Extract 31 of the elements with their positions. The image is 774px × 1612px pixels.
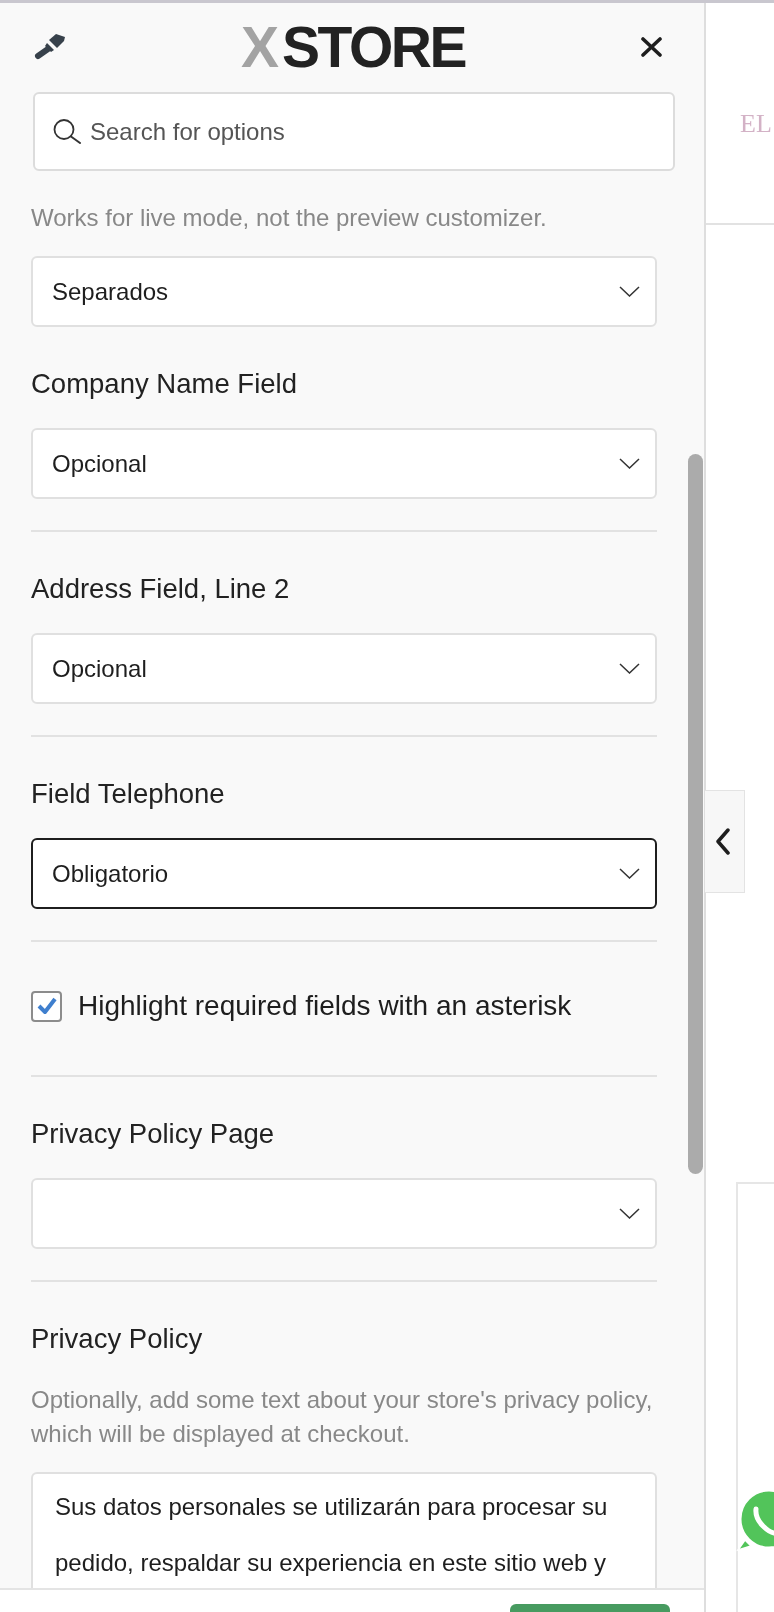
select-field[interactable]: Opcional [31, 633, 657, 704]
site-title: EL [740, 109, 772, 139]
select-field[interactable]: Obligatorio [31, 838, 657, 909]
checkmark-icon [36, 997, 57, 1015]
option-description: Optionally, add some text about your store's privacy policy, which will be displayed at checkout. [31, 1385, 654, 1449]
chevron-left-icon [715, 828, 731, 855]
option-label: Privacy Policy [31, 1322, 204, 1356]
chevron-down-icon [619, 1208, 640, 1219]
logo: XSTORE [241, 18, 465, 75]
chevron-down-icon [619, 663, 640, 674]
collapse-button[interactable] [705, 790, 745, 893]
chevron-down-icon [619, 458, 640, 469]
chevron-down-icon [619, 286, 640, 297]
search-icon [53, 119, 82, 144]
search-field[interactable]: Search for options [33, 92, 675, 171]
brush-icon[interactable] [34, 33, 65, 60]
option-label: Privacy Policy Page [31, 1117, 275, 1151]
select-field[interactable] [31, 1178, 657, 1249]
close-icon[interactable] [641, 36, 662, 57]
text-area[interactable]: Sus datos personales se utilizarán para procesar su pedido, respaldar su experiencia en este sitio web y [31, 1472, 657, 1588]
chevron-down-icon [619, 868, 640, 879]
select-field[interactable]: Opcional [31, 428, 657, 499]
option-description: Works for live mode, not the preview customizer. [31, 203, 548, 233]
checkbox[interactable] [31, 990, 62, 1022]
chat-icon[interactable] [736, 1488, 774, 1552]
option-label: Company Name Field [31, 367, 298, 401]
select-field[interactable]: Separados [31, 256, 657, 327]
option-label: Address Field, Line 2 [31, 572, 291, 606]
checkbox-label: Highlight required fields with an asterisk [78, 989, 572, 1023]
option-label: Field Telephone [31, 777, 226, 811]
scrollbar-thumb[interactable] [688, 454, 703, 1174]
